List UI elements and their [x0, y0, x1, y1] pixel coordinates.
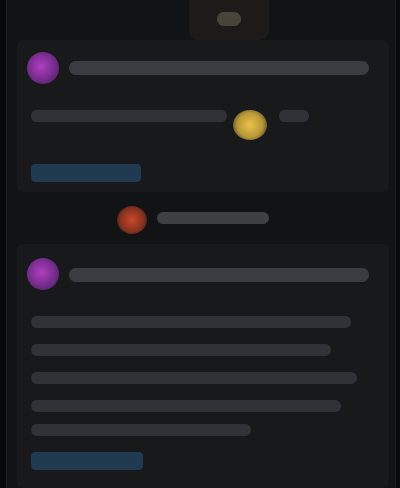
feed-container [6, 0, 396, 488]
post-header [69, 268, 369, 282]
post-text-line [31, 372, 357, 384]
post-text-line [31, 344, 331, 356]
post-text-line [31, 400, 341, 412]
link-button[interactable] [31, 164, 141, 182]
post-text-line [31, 110, 227, 122]
post-header [69, 61, 369, 75]
post-card [17, 244, 389, 488]
divider-label [157, 212, 269, 224]
emoji-red-icon [117, 206, 147, 234]
avatar[interactable] [27, 52, 59, 84]
post-text-line [31, 424, 251, 436]
top-tab[interactable] [189, 0, 269, 40]
app-icon [217, 12, 241, 26]
avatar[interactable] [27, 258, 59, 290]
divider-row [17, 200, 389, 236]
link-button[interactable] [31, 452, 143, 470]
post-text-line [31, 316, 351, 328]
post-text-line [279, 110, 309, 122]
emoji-yellow-icon [233, 110, 267, 140]
post-card [17, 40, 389, 192]
